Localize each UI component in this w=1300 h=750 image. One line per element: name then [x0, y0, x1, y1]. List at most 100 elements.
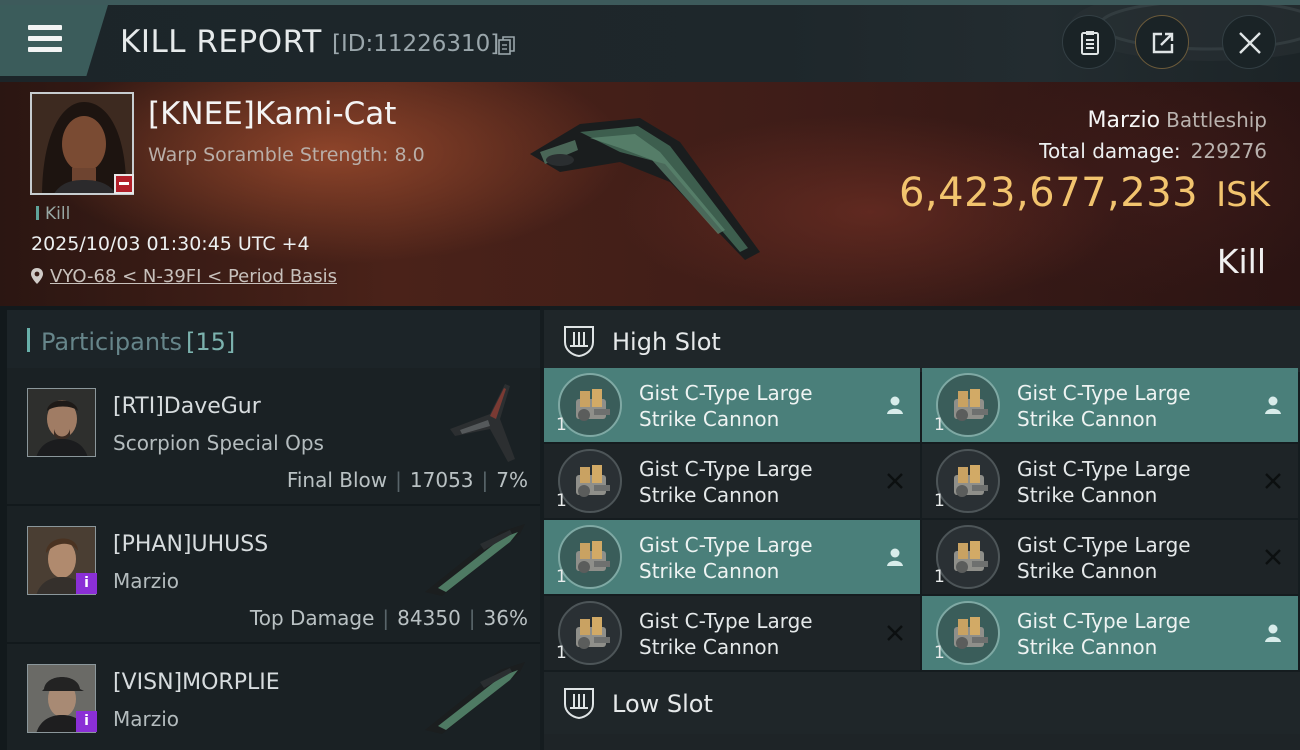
participant-ship: Marzio	[113, 569, 180, 593]
victim-ship-render	[530, 118, 760, 260]
module-tile[interactable]: 1 Gist C-Type Large Strike Cannon	[544, 368, 920, 442]
module-name-line1: Gist C-Type Large	[1017, 381, 1191, 405]
module-quantity: 1	[934, 643, 945, 663]
module-name-line2: Strike Cannon	[639, 407, 780, 431]
participant-ship-render	[425, 662, 525, 734]
pilot-icon	[1265, 624, 1281, 642]
module-quantity: 1	[934, 415, 945, 435]
pilot-icon	[887, 548, 903, 566]
participant-name: [RTI]DaveGur	[113, 394, 261, 419]
isk-value: 6,423,677,233	[898, 170, 1199, 216]
module-name: Gist C-Type Large Strike Cannon	[1017, 532, 1191, 584]
module-tile[interactable]: 1 Gist C-Type Large Strike Cannon	[922, 520, 1298, 594]
participant-row[interactable]: [RTI]DaveGur Scorpion Special Ops Final …	[7, 368, 540, 504]
share-icon	[1152, 32, 1174, 54]
fitting-panel: High Slot 1 Gist C-Type Large Strike Canno…	[540, 306, 1300, 750]
module-name: Gist C-Type Large Strike Cannon	[1017, 380, 1191, 432]
participants-count: [15]	[185, 328, 236, 356]
participant-percent: 36%	[483, 606, 528, 630]
participants-title-text: Participants	[41, 328, 182, 356]
participant-ship: Marzio	[113, 707, 180, 731]
participant-damage: 17053	[409, 468, 474, 492]
high-slot-header: High Slot	[544, 310, 1300, 372]
participant-name: [PHAN]UHUSS	[113, 532, 269, 557]
cannon-module-icon	[558, 525, 622, 589]
module-name: Gist C-Type Large Strike Cannon	[1017, 456, 1191, 508]
participant-ship-render	[425, 524, 525, 596]
module-quantity: 1	[934, 491, 945, 511]
victim-ship-name: Marzio	[1087, 108, 1161, 133]
module-tile[interactable]: 1 Gist C-Type Large Strike Cannon	[922, 368, 1298, 442]
low-slot-icon	[564, 688, 594, 720]
stat-separator: |	[481, 468, 489, 492]
info-badge: i	[76, 711, 97, 732]
report-id: [ID:11226310]	[332, 31, 500, 57]
module-name: Gist C-Type Large Strike Cannon	[639, 608, 813, 660]
close-button[interactable]	[1222, 15, 1276, 69]
close-icon	[1239, 32, 1261, 54]
module-tile[interactable]: 1 Gist C-Type Large Strike Cannon	[922, 444, 1298, 518]
module-name-line2: Strike Cannon	[1017, 407, 1158, 431]
low-slot-label: Low Slot	[612, 690, 713, 718]
module-name-line1: Gist C-Type Large	[1017, 533, 1191, 557]
module-quantity: 1	[556, 567, 567, 587]
participant-stats: Top Damage | 84350 | 36%	[250, 606, 528, 630]
module-tile[interactable]: 1 Gist C-Type Large Strike Cannon	[922, 596, 1298, 670]
cannon-module-icon	[558, 373, 622, 437]
cannon-module-icon	[936, 601, 1000, 665]
page-title: KILL REPORT	[120, 24, 322, 60]
high-slot-label: High Slot	[612, 328, 721, 356]
total-damage-value: 229276	[1190, 139, 1267, 163]
participant-row[interactable]: i [VISN]MORPLIE Marzio	[7, 644, 540, 750]
cannon-module-icon	[558, 449, 622, 513]
location-pin-icon	[31, 268, 43, 284]
participants-header-accent	[27, 328, 30, 352]
location-link[interactable]: VYO-68 < N-39FI < Period Basis	[30, 266, 337, 287]
module-name-line1: Gist C-Type Large	[639, 533, 813, 557]
module-name-line2: Strike Cannon	[1017, 483, 1158, 507]
victim-name: [KNEE]Kami-Cat	[148, 96, 397, 132]
high-slot-icon	[564, 326, 594, 358]
participant-ship-render	[450, 384, 515, 462]
participant-name: [VISN]MORPLIE	[113, 670, 280, 695]
victim-banner: [KNEE]Kami-Cat Warp Soramble Strength: 8…	[0, 82, 1300, 306]
status-badge	[114, 174, 134, 194]
share-button[interactable]	[1135, 15, 1189, 69]
menu-button[interactable]	[0, 5, 108, 76]
module-name: Gist C-Type Large Strike Cannon	[1017, 608, 1191, 660]
module-name-line1: Gist C-Type Large	[1017, 457, 1191, 481]
cannon-module-icon	[936, 525, 1000, 589]
module-name: Gist C-Type Large Strike Cannon	[639, 380, 813, 432]
low-slot-row-partial	[544, 734, 1300, 750]
menu-icon	[28, 25, 62, 30]
kill-datetime: 2025/10/03 01:30:45 UTC +4	[31, 233, 310, 255]
participant-stats: Final Blow | 17053 | 7%	[287, 468, 528, 492]
isk-unit: ISK	[1216, 175, 1270, 215]
title-bar: KILL REPORT [ID:11226310]	[0, 0, 1300, 82]
total-damage-label: Total damage:	[1039, 139, 1181, 163]
cannon-module-icon	[936, 449, 1000, 513]
module-quantity: 1	[556, 643, 567, 663]
module-name-line2: Strike Cannon	[639, 559, 780, 583]
isk-value-line: 6,423,677,233 ISK	[899, 170, 1270, 216]
participant-percent: 7%	[496, 468, 528, 492]
module-quantity: 1	[934, 567, 945, 587]
participant-avatar	[27, 388, 96, 457]
module-name: Gist C-Type Large Strike Cannon	[639, 532, 813, 584]
module-tile[interactable]: 1 Gist C-Type Large Strike Cannon	[544, 444, 920, 518]
victim-ship-class: Battleship	[1166, 108, 1267, 132]
module-name-line1: Gist C-Type Large	[639, 381, 813, 405]
module-name-line1: Gist C-Type Large	[639, 609, 813, 633]
participant-stat-label: Final Blow	[286, 468, 388, 492]
module-tile[interactable]: 1 Gist C-Type Large Strike Cannon	[544, 520, 920, 594]
module-tile[interactable]: 1 Gist C-Type Large Strike Cannon	[544, 596, 920, 670]
destroyed-x-icon	[887, 473, 903, 489]
copy-icon[interactable]	[498, 36, 516, 56]
cannon-module-icon	[558, 601, 622, 665]
module-name-line2: Strike Cannon	[1017, 635, 1158, 659]
destroyed-x-icon	[1265, 473, 1281, 489]
low-slot-header: Low Slot	[544, 672, 1300, 734]
clipboard-button[interactable]	[1062, 15, 1116, 69]
location-text: VYO-68 < N-39FI < Period Basis	[50, 266, 337, 287]
participant-row[interactable]: i [PHAN]UHUSS Marzio Top Damage | 84350 | 36…	[7, 506, 540, 642]
